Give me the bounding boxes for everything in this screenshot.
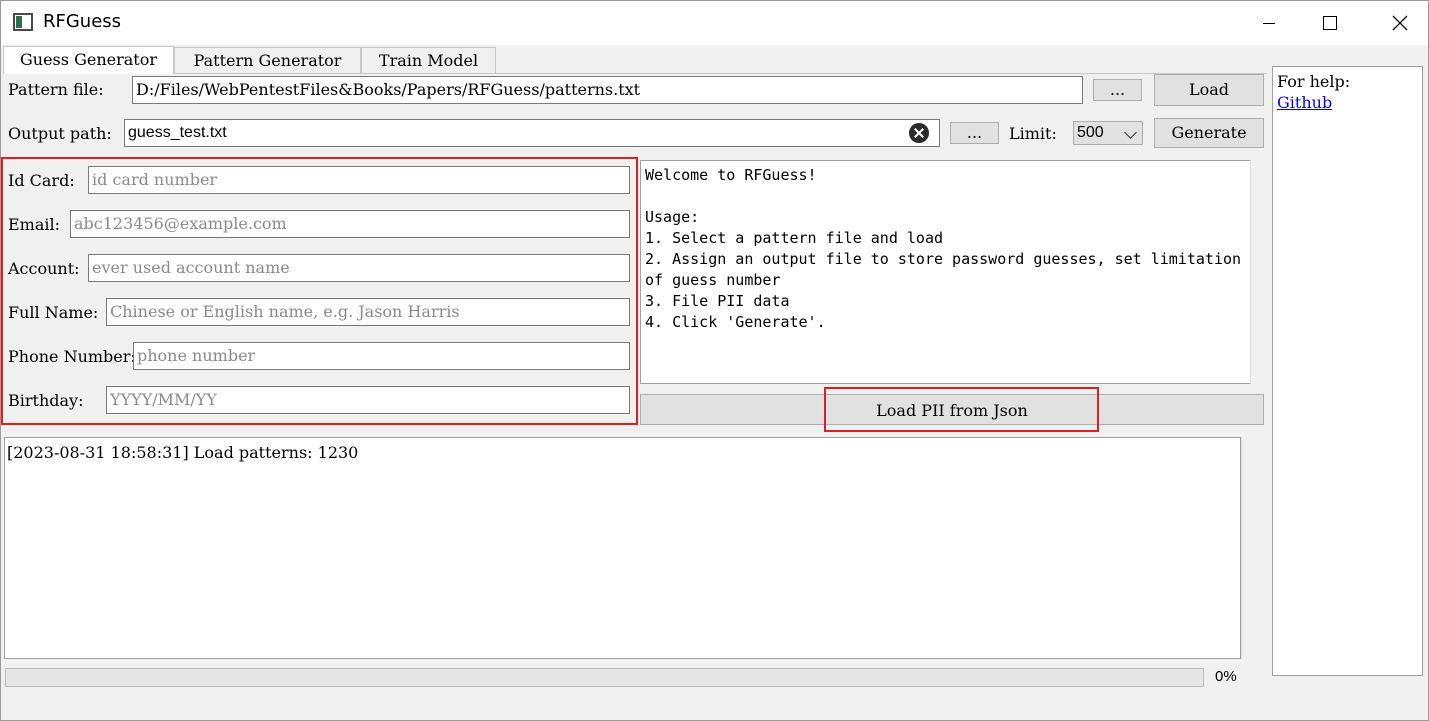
full-name-input[interactable]: Chinese or English name, e.g. Jason Harr… — [106, 298, 630, 326]
id-card-label: Id Card: — [8, 171, 75, 190]
full-name-placeholder: Chinese or English name, e.g. Jason Harr… — [110, 302, 460, 321]
github-link[interactable]: Github — [1277, 93, 1332, 112]
tab-pattern-generator[interactable]: Pattern Generator — [174, 47, 361, 73]
load-pii-button[interactable]: Load PII from Json — [640, 394, 1264, 425]
account-input[interactable]: ever used account name — [88, 254, 630, 282]
log-textarea[interactable]: [2023-08-31 18:58:31] Load patterns: 123… — [4, 437, 1241, 659]
welcome-textarea[interactable]: Welcome to RFGuess! Usage: 1. Select a p… — [640, 160, 1251, 384]
birthday-placeholder: YYYY/MM/YY — [110, 390, 217, 409]
app-window: RFGuess Guess Generator Pattern Generato… — [0, 0, 1429, 721]
limit-value: 500 — [1077, 124, 1104, 141]
phone-number-label: Phone Number: — [8, 347, 136, 366]
log-scrollbar[interactable] — [1241, 437, 1264, 659]
account-placeholder: ever used account name — [92, 258, 290, 277]
limit-select[interactable]: 500 — [1073, 121, 1143, 145]
help-text: For help: — [1277, 72, 1351, 91]
progress-label: 0% — [1215, 668, 1237, 685]
maximize-icon — [1323, 16, 1337, 30]
pattern-file-label: Pattern file: — [8, 80, 104, 99]
help-panel: For help: Github — [1272, 66, 1423, 676]
window-title: RFGuess — [43, 11, 122, 32]
tab-train-model[interactable]: Train Model — [361, 47, 496, 73]
clear-icon[interactable] — [909, 123, 929, 143]
maximize-button[interactable] — [1307, 1, 1353, 45]
phone-number-input[interactable]: phone number — [133, 342, 630, 370]
id-card-input[interactable]: id card number — [88, 166, 630, 194]
limit-label: Limit: — [1009, 124, 1057, 143]
minimize-button[interactable] — [1246, 1, 1292, 45]
email-label: Email: — [8, 215, 61, 234]
output-browse-button[interactable]: ... — [950, 122, 999, 144]
minimize-icon — [1263, 22, 1275, 24]
title-bar: RFGuess — [1, 1, 1428, 45]
tab-guess-generator[interactable]: Guess Generator — [3, 46, 174, 74]
birthday-label: Birthday: — [8, 391, 84, 410]
phone-number-placeholder: phone number — [137, 346, 256, 365]
close-button[interactable] — [1377, 1, 1423, 45]
account-label: Account: — [8, 259, 80, 278]
email-placeholder: abc123456@example.com — [74, 214, 287, 233]
full-name-label: Full Name: — [8, 303, 99, 322]
output-path-input[interactable]: guess_test.txt — [124, 119, 940, 147]
output-path-label: Output path: — [8, 124, 112, 143]
welcome-scrollbar[interactable] — [1250, 160, 1264, 384]
birthday-input[interactable]: YYYY/MM/YY — [106, 386, 630, 414]
load-button[interactable]: Load — [1154, 74, 1264, 106]
generate-button[interactable]: Generate — [1154, 118, 1264, 148]
id-card-placeholder: id card number — [92, 170, 218, 189]
close-icon — [1392, 15, 1408, 31]
chevron-down-icon — [1124, 126, 1137, 139]
app-icon — [13, 13, 33, 31]
email-input[interactable]: abc123456@example.com — [70, 210, 630, 238]
pattern-browse-button[interactable]: ... — [1093, 79, 1142, 101]
progress-bar — [5, 668, 1204, 687]
pattern-file-input[interactable]: D:/Files/WebPentestFiles&Books/Papers/RF… — [132, 76, 1083, 104]
